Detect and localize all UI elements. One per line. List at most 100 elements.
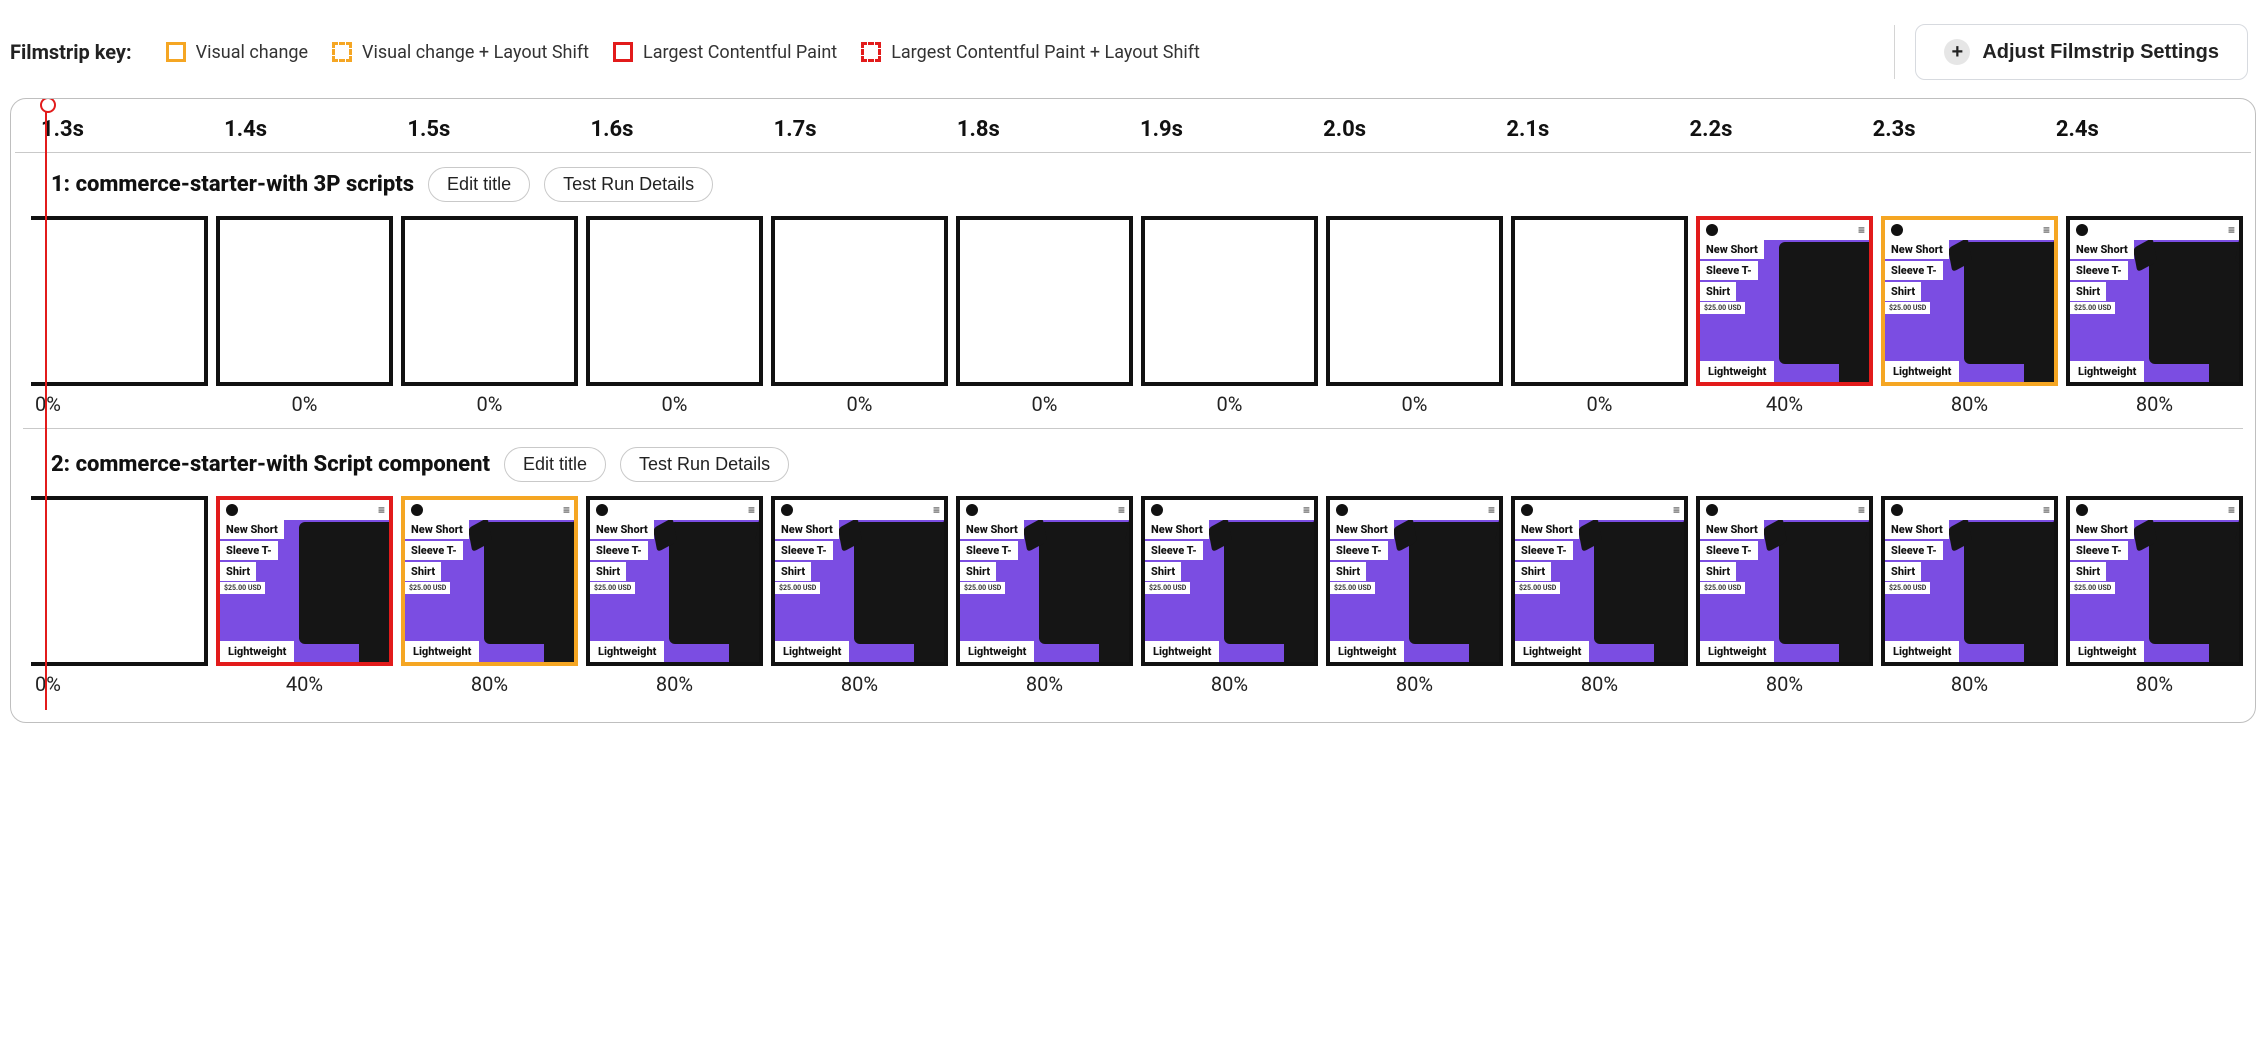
filmstrip-thumbnail[interactable]: ≡New ShortSleeve T-Shirt$25.00 USDLightw… <box>1511 496 1688 666</box>
test-run-details-button[interactable]: Test Run Details <box>620 447 789 482</box>
thumb-tag: Lightweight <box>2070 641 2144 662</box>
tshirt-image <box>854 522 944 644</box>
thumb-header: ≡ <box>2070 500 2239 520</box>
thumb-price: $25.00 USD <box>1330 582 1375 594</box>
settings-btn-label: Adjust Filmstrip Settings <box>1982 41 2219 64</box>
menu-icon: ≡ <box>1858 223 1863 237</box>
thumb-tag: Lightweight <box>1700 361 1774 382</box>
menu-icon: ≡ <box>1118 503 1123 517</box>
thumb-header: ≡ <box>405 500 574 520</box>
filmstrip-thumbnail[interactable]: ≡New ShortSleeve T-Shirt$25.00 USDLightw… <box>2066 216 2243 386</box>
time-tick: 2.4s <box>2056 117 2239 142</box>
filmstrip-thumbnail[interactable]: ≡ New ShortSleeve T-Shirt$25.00 USDLightw… <box>956 496 1133 666</box>
edit-title-button[interactable]: Edit title <box>504 447 606 482</box>
thumb-tag: Lightweight <box>1515 641 1589 662</box>
adjust-filmstrip-settings-button[interactable]: + Adjust Filmstrip Settings <box>1915 24 2248 80</box>
thumb-body: New ShortSleeve T-Shirt$25.00 USDLightwe… <box>1330 520 1499 662</box>
tshirt-image <box>1779 242 1869 364</box>
thumb-price: $25.00 USD <box>1700 302 1745 314</box>
logo-icon <box>226 504 238 516</box>
thumb-header: ≡ <box>220 500 389 520</box>
thumb-header: ≡ <box>1885 500 2054 520</box>
test-run-details-button[interactable]: Test Run Details <box>544 167 713 202</box>
frame-column: ≡New ShortSleeve T-Shirt$25.00 USDLightw… <box>1141 496 1318 696</box>
thumb-tag: Lightweight <box>1885 641 1959 662</box>
frame-percent: 0% <box>1511 386 1688 416</box>
tshirt-image <box>1779 522 1869 644</box>
frame-column: ≡New ShortSleeve T-Shirt$25.00 USDLightw… <box>1511 496 1688 696</box>
thumb-content: ≡New ShortSleeve T-Shirt$25.00 USDLightw… <box>1515 500 1684 662</box>
thumb-body: New ShortSleeve T-Shirt$25.00 USDLightwe… <box>1145 520 1314 662</box>
filmstrip-thumbnail[interactable] <box>1141 216 1318 386</box>
logo-icon <box>2076 224 2088 236</box>
time-tick: 2.1s <box>1506 117 1689 142</box>
thumb-price: $25.00 USD <box>590 582 635 594</box>
thumb-title: New ShortSleeve T-Shirt <box>1145 520 1209 583</box>
filmstrip-thumbnail[interactable]: ≡New ShortSleeve T-Shirt$25.00 USDLightw… <box>216 496 393 666</box>
filmstrip-thumbnail[interactable]: ≡New ShortSleeve T-Shirt$25.00 USDLightw… <box>2066 496 2243 666</box>
filmstrip-thumbnail[interactable] <box>586 216 763 386</box>
filmstrip-thumbnail[interactable] <box>771 216 948 386</box>
frame-column: ≡New ShortSleeve T-Shirt$25.00 USDLightw… <box>2066 496 2243 696</box>
thumb-price: $25.00 USD <box>2070 302 2115 314</box>
filmstrip-thumbnail[interactable]: ≡New ShortSleeve T-Shirt$25.00 USDLightw… <box>1881 216 2058 386</box>
thumb-body: New ShortSleeve T-Shirt$25.00 USDLightwe… <box>1885 240 2054 382</box>
swatch-visual-shift-icon <box>332 42 352 62</box>
filmstrip-thumbnail[interactable]: ≡New ShortSleeve T-Shirt$25.00 USDLightw… <box>771 496 948 666</box>
plus-icon: + <box>1944 39 1970 65</box>
frame-column: 0% <box>1141 216 1318 416</box>
thumb-title: New ShortSleeve T-Shirt <box>1700 520 1764 583</box>
corner-block <box>2024 642 2054 662</box>
frame-percent: 0% <box>1326 386 1503 416</box>
logo-icon <box>966 504 978 516</box>
playhead-marker[interactable] <box>45 103 47 710</box>
frame-percent: 0% <box>586 386 763 416</box>
thumb-price: $25.00 USD <box>960 582 1005 594</box>
time-tick: 1.9s <box>1140 117 1323 142</box>
edit-title-button[interactable]: Edit title <box>428 167 530 202</box>
filmstrip-thumbnail[interactable] <box>1326 216 1503 386</box>
filmstrip-thumbnail[interactable] <box>1511 216 1688 386</box>
thumb-header: ≡ <box>1885 220 2054 240</box>
filmstrip-thumbnail[interactable] <box>401 216 578 386</box>
thumb-title: New ShortSleeve T-Shirt <box>590 520 654 583</box>
thumb-content: ≡New ShortSleeve T-Shirt$25.00 USDLightw… <box>1885 220 2054 382</box>
filmstrip-thumbnail[interactable]: ≡New ShortSleeve T-Shirt$25.00 USDLightw… <box>401 496 578 666</box>
frame-percent: 0% <box>31 666 208 696</box>
thumb-body: New ShortSleeve T-Shirt$25.00 USDLightwe… <box>405 520 574 662</box>
filmstrip-key-row: Filmstrip key: Visual change Visual chan… <box>10 40 1200 64</box>
swatch-lcp-shift-icon <box>861 42 881 62</box>
thumb-title: New ShortSleeve T-Shirt <box>220 520 284 583</box>
logo-icon <box>2076 504 2088 516</box>
thumb-header: ≡ <box>960 500 1129 520</box>
thumb-content: ≡New ShortSleeve T-Shirt$25.00 USDLightw… <box>1700 500 1869 662</box>
menu-icon: ≡ <box>1488 503 1493 517</box>
frame-percent: 80% <box>771 666 948 696</box>
filmstrip-thumbnail[interactable]: ≡New ShortSleeve T-Shirt$25.00 USDLightw… <box>1696 216 1873 386</box>
thumb-body: New ShortSleeve T-Shirt$25.00 USDLightwe… <box>960 520 1129 662</box>
key-visual-shift-text: Visual change + Layout Shift <box>362 42 589 63</box>
filmstrip-thumbnail[interactable]: ≡New ShortSleeve T-Shirt$25.00 USDLightw… <box>1696 496 1873 666</box>
filmstrip-thumbnail[interactable]: ≡New ShortSleeve T-Shirt$25.00 USDLightw… <box>1881 496 2058 666</box>
frame-percent: 0% <box>401 386 578 416</box>
frame-percent: 80% <box>1141 666 1318 696</box>
filmstrip-thumbnail[interactable] <box>31 216 208 386</box>
thumb-tag: Lightweight <box>1885 361 1959 382</box>
frame-column: ≡New ShortSleeve T-Shirt$25.00 USDLightw… <box>771 496 948 696</box>
frames-row: 0%≡New ShortSleeve T-Shirt$25.00 USDLigh… <box>11 496 2255 704</box>
corner-block <box>544 642 574 662</box>
thumb-price: $25.00 USD <box>1885 302 1930 314</box>
thumb-tag: Lightweight <box>590 641 664 662</box>
frame-percent: 80% <box>1881 666 2058 696</box>
filmstrip-thumbnail[interactable] <box>31 496 208 666</box>
thumb-header: ≡ <box>1700 220 1869 240</box>
thumb-content: ≡New ShortSleeve T-Shirt$25.00 USDLightw… <box>2070 500 2239 662</box>
filmstrip-thumbnail[interactable]: ≡New ShortSleeve T-Shirt$25.00 USDLightw… <box>586 496 763 666</box>
filmstrip-thumbnail[interactable] <box>216 216 393 386</box>
frame-percent: 0% <box>216 386 393 416</box>
filmstrip-thumbnail[interactable]: ≡New ShortSleeve T-Shirt$25.00 USDLightw… <box>1141 496 1318 666</box>
filmstrip-thumbnail[interactable] <box>956 216 1133 386</box>
frame-column: ≡New ShortSleeve T-Shirt$25.00 USDLightw… <box>2066 216 2243 416</box>
filmstrip-thumbnail[interactable]: ≡ New ShortSleeve T-Shirt$25.00 USDLightw… <box>1326 496 1503 666</box>
thumb-price: $25.00 USD <box>1515 582 1560 594</box>
